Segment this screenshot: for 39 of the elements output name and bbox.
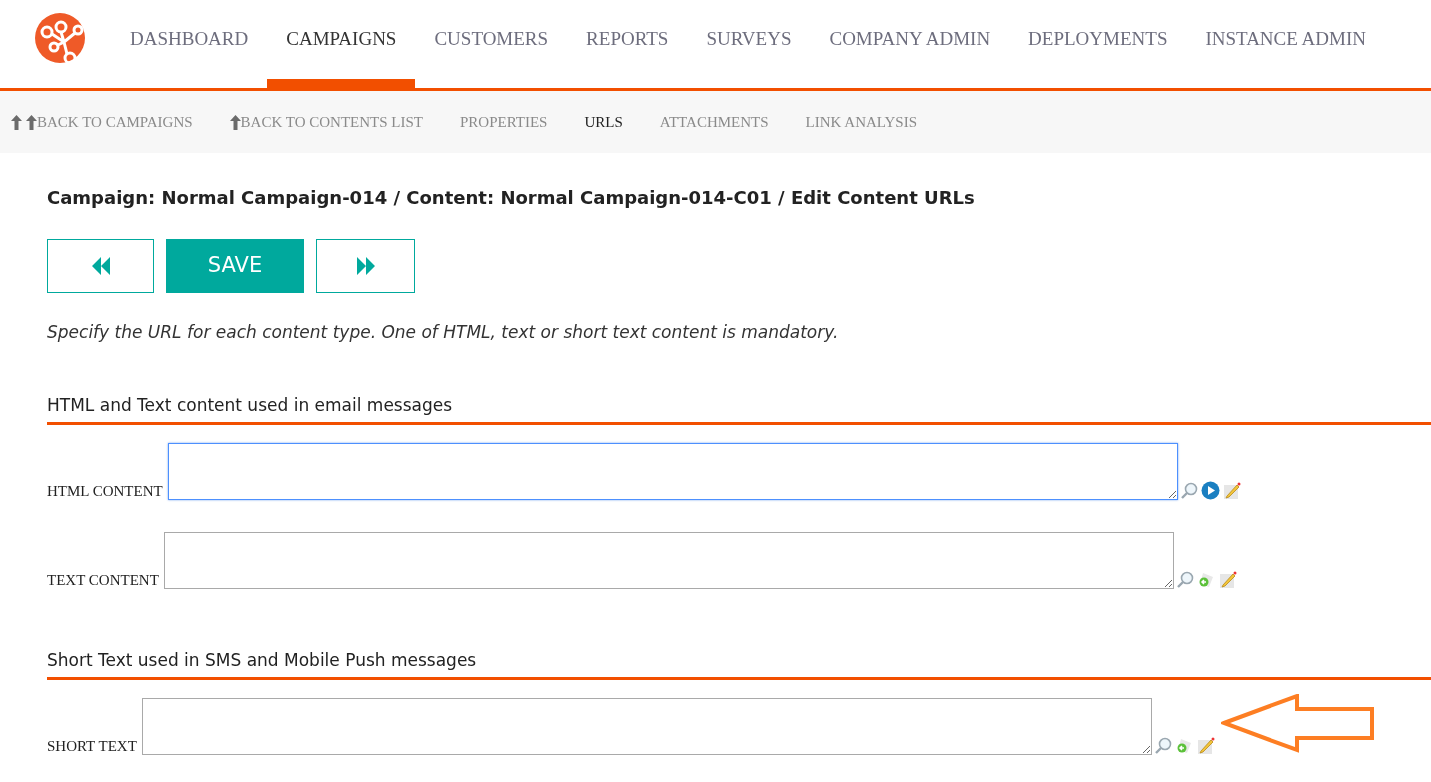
section-heading: Short Text used in SMS and Mobile Push messages: [47, 648, 1431, 680]
nav-tab[interactable]: SURVEYS: [687, 0, 811, 88]
field-label: TEXT CONTENT: [47, 570, 159, 589]
breadcrumb-title: Campaign: Normal Campaign-014 / Content: Normal Campaign-014-C01 / Edit Content URLs: [47, 186, 976, 210]
play-icon[interactable]: [1200, 480, 1220, 500]
subnav-link[interactable]: BACK TO CAMPAIGNS: [11, 110, 193, 134]
field-label: SHORT TEXT: [47, 736, 137, 755]
search-icon[interactable]: [1153, 736, 1172, 755]
nav-tab[interactable]: CUSTOMERS: [415, 0, 568, 88]
up-arrow-icon: [11, 114, 22, 130]
edit-icon[interactable]: [1218, 570, 1237, 589]
url-input-field[interactable]: [167, 442, 1178, 500]
edit-icon[interactable]: [1196, 736, 1215, 755]
subnav-link[interactable]: PROPERTIES: [460, 110, 548, 134]
up-arrow-icon: [26, 114, 37, 130]
logo-icon[interactable]: [34, 12, 86, 64]
nav-tab[interactable]: DEPLOYMENTS: [1009, 0, 1187, 88]
save-button[interactable]: SAVE: [166, 239, 304, 293]
field-label: HTML CONTENT: [47, 481, 163, 500]
subnav-link[interactable]: BACK TO CONTENTS LIST: [229, 110, 423, 134]
nav-tab[interactable]: COMPANY ADMIN: [810, 0, 1010, 88]
rewind-icon: [90, 257, 111, 275]
fast-forward-icon: [355, 257, 376, 275]
subnav-link[interactable]: URLS: [584, 110, 623, 134]
search-icon[interactable]: [1175, 570, 1194, 589]
previous-button[interactable]: [47, 239, 154, 293]
instructions-text: Specify the URL for each content type. One of HTML, text or short text content is mandatory.: [47, 321, 840, 344]
edit-icon[interactable]: [1222, 481, 1241, 500]
search-icon[interactable]: [1179, 481, 1198, 500]
url-input-field[interactable]: [141, 697, 1152, 755]
subnav-link[interactable]: LINK ANALYSIS: [805, 110, 917, 134]
nav-tab[interactable]: REPORTS: [567, 0, 688, 88]
up-arrow-icon: [229, 114, 241, 130]
subnav-link[interactable]: ATTACHMENTS: [659, 110, 769, 134]
nav-tab[interactable]: INSTANCE ADMIN: [1186, 0, 1385, 88]
section-heading: HTML and Text content used in email messages: [47, 393, 1431, 425]
nav-tab[interactable]: DASHBOARD: [111, 0, 268, 88]
url-input-field[interactable]: [163, 531, 1174, 589]
next-button[interactable]: [316, 239, 415, 293]
